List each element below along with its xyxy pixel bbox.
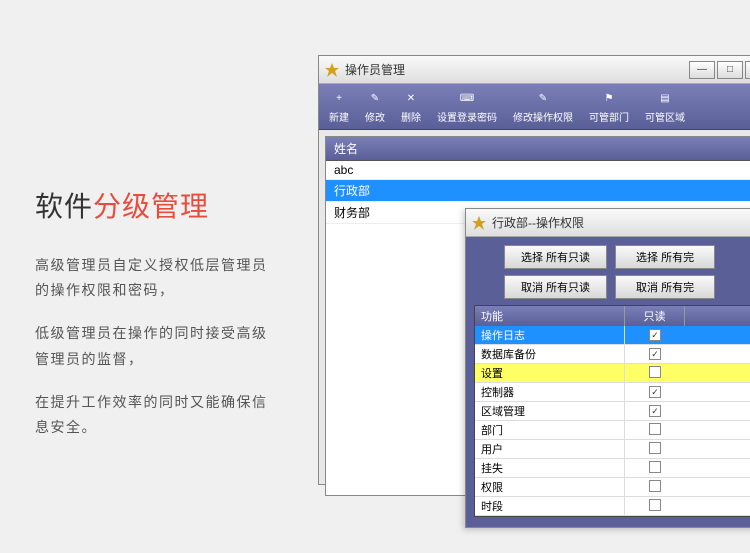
app-icon [472, 216, 486, 230]
toolbar-edit-label: 修改 [365, 109, 385, 124]
permission-checkbox-cell [625, 365, 685, 382]
toolbar-regions-label: 可管区域 [645, 109, 685, 124]
marketing-title: 软件分级管理 [35, 185, 275, 225]
deselect-all-readonly-button[interactable]: 取消 所有只读 [504, 275, 607, 299]
permission-label: 设置 [475, 364, 625, 382]
button-row-1: 选择 所有只读 选择 所有完 [474, 245, 750, 269]
permission-row[interactable]: 部门 [475, 421, 750, 440]
permission-label: 区域管理 [475, 402, 625, 420]
toolbar-edit-permissions-label: 修改操作权限 [513, 109, 573, 124]
minimize-button[interactable]: — [689, 61, 715, 79]
main-titlebar[interactable]: 操作员管理 — □ ✕ [319, 56, 750, 84]
main-toolbar: + 新建 ✎ 修改 ✕ 删除 ⌨ 设置登录密码 ✎ 修改操作权限 ⚑ 可管部门 ▤ 可管区域 [319, 84, 750, 130]
permission-label: 控制器 [475, 383, 625, 401]
readonly-checkbox[interactable] [649, 499, 661, 511]
dialog-titlebar[interactable]: 行政部--操作权限 [466, 209, 750, 237]
permission-row[interactable]: 用户 [475, 440, 750, 459]
permission-label: 操作日志 [475, 326, 625, 344]
toolbar-regions[interactable]: ▤ 可管区域 [639, 87, 691, 126]
header-function[interactable]: 功能 [475, 306, 625, 326]
marketing-p1: 高级管理员自定义授权低层管理员的操作权限和密码， [35, 253, 275, 303]
pencil-icon: ✎ [366, 89, 384, 107]
list-row[interactable]: abc [326, 161, 750, 180]
toolbar-edit-permissions[interactable]: ✎ 修改操作权限 [507, 87, 579, 126]
button-row-2: 取消 所有只读 取消 所有完 [474, 275, 750, 299]
permission-label: 数据库备份 [475, 345, 625, 363]
select-all-full-button[interactable]: 选择 所有完 [615, 245, 715, 269]
permission-row[interactable]: 控制器 ✓ [475, 383, 750, 402]
toolbar-departments-label: 可管部门 [589, 109, 629, 124]
permission-checkbox-cell [625, 479, 685, 496]
toolbar-set-password[interactable]: ⌨ 设置登录密码 [431, 87, 503, 126]
header-readonly[interactable]: 只读 [625, 306, 685, 326]
list-row[interactable]: 行政部 [326, 180, 750, 202]
permission-row[interactable]: 数据库备份 ✓ [475, 345, 750, 364]
permission-row[interactable]: 挂失 [475, 459, 750, 478]
permission-row[interactable]: 操作日志 ✓ [475, 326, 750, 345]
permission-table: 功能 只读 操作日志 ✓ 数据库备份 ✓ 设置控制器 ✓ 区域管理 ✓ 部门用户挂失权限时段 [474, 305, 750, 517]
permission-table-header: 功能 只读 [475, 306, 750, 326]
plus-icon: + [330, 89, 348, 107]
permission-dialog: 行政部--操作权限 选择 所有只读 选择 所有完 取消 所有只读 取消 所有完 … [465, 208, 750, 528]
permission-row[interactable]: 时段 [475, 497, 750, 516]
permission-checkbox-cell: ✓ [625, 385, 685, 399]
toolbar-edit[interactable]: ✎ 修改 [359, 87, 391, 126]
dialog-body: 选择 所有只读 选择 所有完 取消 所有只读 取消 所有完 功能 只读 操作日志… [466, 237, 750, 527]
readonly-checkbox[interactable] [649, 366, 661, 378]
dept-icon: ⚑ [600, 89, 618, 107]
marketing-panel: 软件分级管理 高级管理员自定义授权低层管理员的操作权限和密码， 低级管理员在操作… [35, 185, 275, 458]
readonly-checkbox[interactable]: ✓ [649, 386, 661, 398]
keyboard-icon: ⌨ [458, 89, 476, 107]
maximize-button[interactable]: □ [717, 61, 743, 79]
marketing-p2: 低级管理员在操作的同时接受高级管理员的监督， [35, 321, 275, 371]
region-icon: ▤ [656, 89, 674, 107]
marketing-p3: 在提升工作效率的同时又能确保信息安全。 [35, 390, 275, 440]
list-header-name[interactable]: 姓名 [326, 137, 750, 161]
permission-checkbox-cell [625, 460, 685, 477]
permission-label: 用户 [475, 440, 625, 458]
permission-checkbox-cell [625, 498, 685, 515]
readonly-checkbox[interactable] [649, 480, 661, 492]
permission-row[interactable]: 设置 [475, 364, 750, 383]
toolbar-new[interactable]: + 新建 [323, 87, 355, 126]
deselect-all-full-button[interactable]: 取消 所有完 [615, 275, 715, 299]
dialog-title: 行政部--操作权限 [492, 214, 584, 231]
permission-checkbox-cell [625, 422, 685, 439]
title-part-2: 分级管理 [93, 191, 209, 222]
readonly-checkbox[interactable]: ✓ [649, 329, 661, 341]
permission-row[interactable]: 权限 [475, 478, 750, 497]
toolbar-delete-label: 删除 [401, 109, 421, 124]
readonly-checkbox[interactable] [649, 442, 661, 454]
toolbar-set-password-label: 设置登录密码 [437, 109, 497, 124]
toolbar-new-label: 新建 [329, 109, 349, 124]
x-icon: ✕ [402, 89, 420, 107]
readonly-checkbox[interactable] [649, 423, 661, 435]
select-all-readonly-button[interactable]: 选择 所有只读 [504, 245, 607, 269]
readonly-checkbox[interactable]: ✓ [649, 348, 661, 360]
readonly-checkbox[interactable]: ✓ [649, 405, 661, 417]
permission-label: 部门 [475, 421, 625, 439]
permission-checkbox-cell [625, 441, 685, 458]
permission-checkbox-cell: ✓ [625, 328, 685, 342]
close-button[interactable]: ✕ [745, 61, 750, 79]
permission-label: 挂失 [475, 459, 625, 477]
readonly-checkbox[interactable] [649, 461, 661, 473]
permission-checkbox-cell: ✓ [625, 347, 685, 361]
toolbar-departments[interactable]: ⚑ 可管部门 [583, 87, 635, 126]
permission-label: 权限 [475, 478, 625, 496]
toolbar-delete[interactable]: ✕ 删除 [395, 87, 427, 126]
title-part-1: 软件 [35, 191, 93, 222]
permission-label: 时段 [475, 497, 625, 515]
edit-perm-icon: ✎ [534, 89, 552, 107]
main-window-title: 操作员管理 [345, 61, 405, 78]
permission-checkbox-cell: ✓ [625, 404, 685, 418]
app-icon [325, 63, 339, 77]
permission-row[interactable]: 区域管理 ✓ [475, 402, 750, 421]
